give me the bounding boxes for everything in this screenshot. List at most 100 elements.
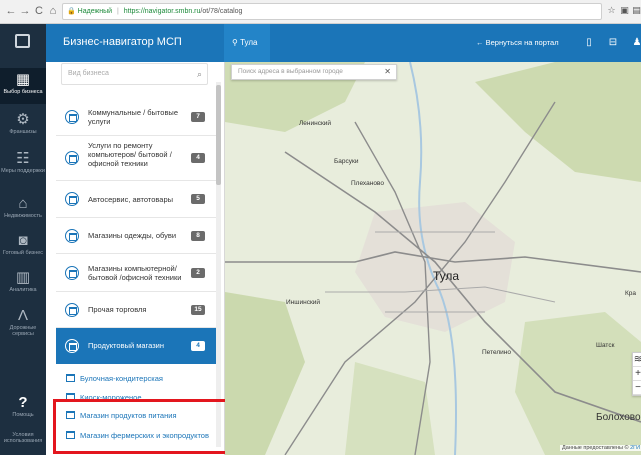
- back-to-portal-label: Вернуться на портал: [485, 38, 559, 47]
- map-place-label: Петелино: [482, 349, 512, 356]
- mobile-icon[interactable]: ▯: [583, 36, 595, 50]
- gear-icon: ⚙: [16, 111, 30, 128]
- zoom-out-button[interactable]: −: [633, 381, 641, 395]
- forest-area: [225, 292, 305, 455]
- rail-item-ready-business[interactable]: ◙ Готовый бизнес: [0, 232, 46, 257]
- url-host: https://navigator.smbn.ru: [123, 8, 201, 15]
- user-icon[interactable]: ♟: [631, 36, 641, 50]
- map-place-label: Иншинский: [286, 299, 321, 306]
- url-path: /ot/78/catalog: [200, 8, 243, 15]
- rail-label: Готовый бизнес: [2, 250, 44, 256]
- cart-icon: [65, 229, 79, 243]
- forest-area: [515, 312, 641, 455]
- chat-icon[interactable]: ⊟: [607, 36, 619, 50]
- cart-icon: [65, 192, 79, 206]
- map-place-label: Ленинский: [299, 120, 332, 127]
- panel-scrollbar[interactable]: [216, 82, 221, 447]
- city-selector[interactable]: ⚲ Тула: [224, 24, 270, 62]
- map-place-label: Кра: [625, 290, 637, 297]
- app-logo-icon[interactable]: [15, 34, 30, 48]
- category-label: Услуги по ремонту компьютеров/ бытовой /…: [88, 141, 172, 168]
- secure-label: Надежный: [77, 8, 113, 15]
- rail-item-business-choice[interactable]: ▦ Выбор бизнеса: [0, 68, 46, 104]
- category-count-badge: 7: [191, 112, 205, 122]
- home-icon[interactable]: ⌂: [46, 4, 60, 18]
- category-item-active[interactable]: Продуктовый магазин 4: [56, 328, 216, 364]
- road-icon: Λ: [17, 307, 29, 324]
- reload-icon[interactable]: C: [32, 4, 46, 18]
- business-search-placeholder: Вид бизнеса: [68, 70, 109, 77]
- shop-icon: [66, 374, 75, 382]
- rail-item-terms[interactable]: Условия использования: [0, 432, 46, 444]
- map-city-label: Тула: [433, 269, 460, 283]
- rail-item-help[interactable]: ? Помощь: [0, 395, 46, 419]
- analytics-icon: ▥: [15, 269, 31, 286]
- forest-area: [475, 62, 641, 182]
- close-icon[interactable]: ✕: [384, 65, 391, 79]
- cart-icon: [65, 110, 79, 124]
- category-count-badge: 2: [191, 268, 205, 278]
- category-label: Автосервис, автотовары: [88, 195, 174, 204]
- category-count-badge: 15: [191, 305, 205, 315]
- rail-label: Дорожные сервисы: [9, 325, 37, 337]
- city-name: Тула: [240, 38, 258, 47]
- back-arrow-icon[interactable]: ←: [4, 4, 18, 18]
- rail-item-analytics[interactable]: ▥ Аналитика: [0, 269, 46, 294]
- category-count-badge: 5: [191, 194, 205, 204]
- back-to-portal-link[interactable]: ← Вернуться на портал: [476, 24, 559, 62]
- address-separator: |: [116, 8, 119, 15]
- category-label: Продуктовый магазин: [88, 341, 164, 350]
- highlight-box: [53, 399, 230, 454]
- map-place-label: Плеханово: [351, 180, 384, 187]
- left-rail: ▦ Выбор бизнеса ⚙ Франшизы ☷ Меры поддер…: [0, 24, 46, 455]
- category-count-badge: 8: [191, 231, 205, 241]
- rail-label: Меры поддержки: [1, 168, 45, 174]
- category-label: Коммунальные / бытовые услуги: [88, 108, 178, 126]
- credits-link[interactable]: 2ГИ: [630, 445, 640, 451]
- people-icon: ☷: [16, 150, 30, 167]
- rail-item-real-estate[interactable]: ⌂ Недвижимость: [0, 196, 46, 220]
- cart-icon: [65, 303, 79, 317]
- lock-icon: 🔒: [67, 8, 76, 15]
- address-search-input[interactable]: Поиск адреса в выбранном городе ✕: [231, 64, 397, 80]
- category-label: Магазины одежды, обуви: [88, 231, 177, 240]
- cart-icon: [65, 266, 79, 280]
- address-search-placeholder: Поиск адреса в выбранном городе: [238, 68, 343, 75]
- subcategory-link[interactable]: Булочная-кондитерская: [66, 373, 216, 385]
- category-item[interactable]: Услуги по ремонту компьютеров/ бытовой /…: [56, 136, 216, 181]
- rail-label: Франшизы: [9, 129, 37, 135]
- rail-item-road-services[interactable]: Λ Дорожные сервисы: [0, 307, 46, 338]
- rail-item-support[interactable]: ☷ Меры поддержки: [0, 150, 46, 175]
- category-item[interactable]: Коммунальные / бытовые услуги 7: [56, 98, 216, 136]
- map-place-label: Болохово: [596, 412, 641, 423]
- business-search-input[interactable]: Вид бизнеса ⌕: [61, 63, 208, 85]
- location-pin-icon: ⚲: [232, 38, 238, 47]
- calculator-icon: ▦: [15, 71, 31, 88]
- extension-icon[interactable]: ▣: [619, 5, 630, 16]
- address-bar[interactable]: 🔒 Надежный | https://navigator.smbn.ru/o…: [62, 3, 602, 20]
- category-panel: Вид бизнеса ⌕ Коммунальные / бытовые усл…: [46, 62, 225, 455]
- rail-item-franchises[interactable]: ⚙ Франшизы: [0, 111, 46, 136]
- category-item[interactable]: Магазины компьютерной/ бытовой /офисной …: [56, 254, 216, 292]
- category-item[interactable]: Автосервис, автотовары 5: [56, 181, 216, 218]
- credits-text: Данные предоставлены ©: [562, 445, 629, 451]
- category-item[interactable]: Прочая торговля 15: [56, 292, 216, 328]
- rail-label: Помощь: [12, 412, 34, 418]
- category-count-badge: 4: [191, 153, 205, 163]
- shop-icon: ◙: [18, 232, 28, 249]
- search-icon: ⌕: [196, 69, 202, 79]
- category-item[interactable]: Магазины одежды, обуви 8: [56, 218, 216, 254]
- category-label: Магазины компьютерной/ бытовой /офисной …: [88, 264, 182, 282]
- layers-icon[interactable]: ≋: [633, 353, 641, 367]
- panel-scrollbar-thumb[interactable]: [216, 85, 221, 185]
- zoom-in-button[interactable]: +: [633, 367, 641, 381]
- rail-label: Аналитика: [9, 287, 37, 293]
- rail-label: Условия использования: [3, 432, 43, 444]
- category-label: Прочая торговля: [88, 305, 147, 314]
- star-icon[interactable]: ☆: [606, 5, 617, 16]
- profile-icon[interactable]: ▤: [631, 5, 641, 16]
- map-place-label: Шатск: [596, 342, 615, 349]
- category-count-badge: 4: [191, 341, 205, 351]
- forward-arrow-icon[interactable]: →: [18, 4, 32, 18]
- map-view[interactable]: Поиск адреса в выбранном городе ✕ Ленинс…: [225, 62, 641, 455]
